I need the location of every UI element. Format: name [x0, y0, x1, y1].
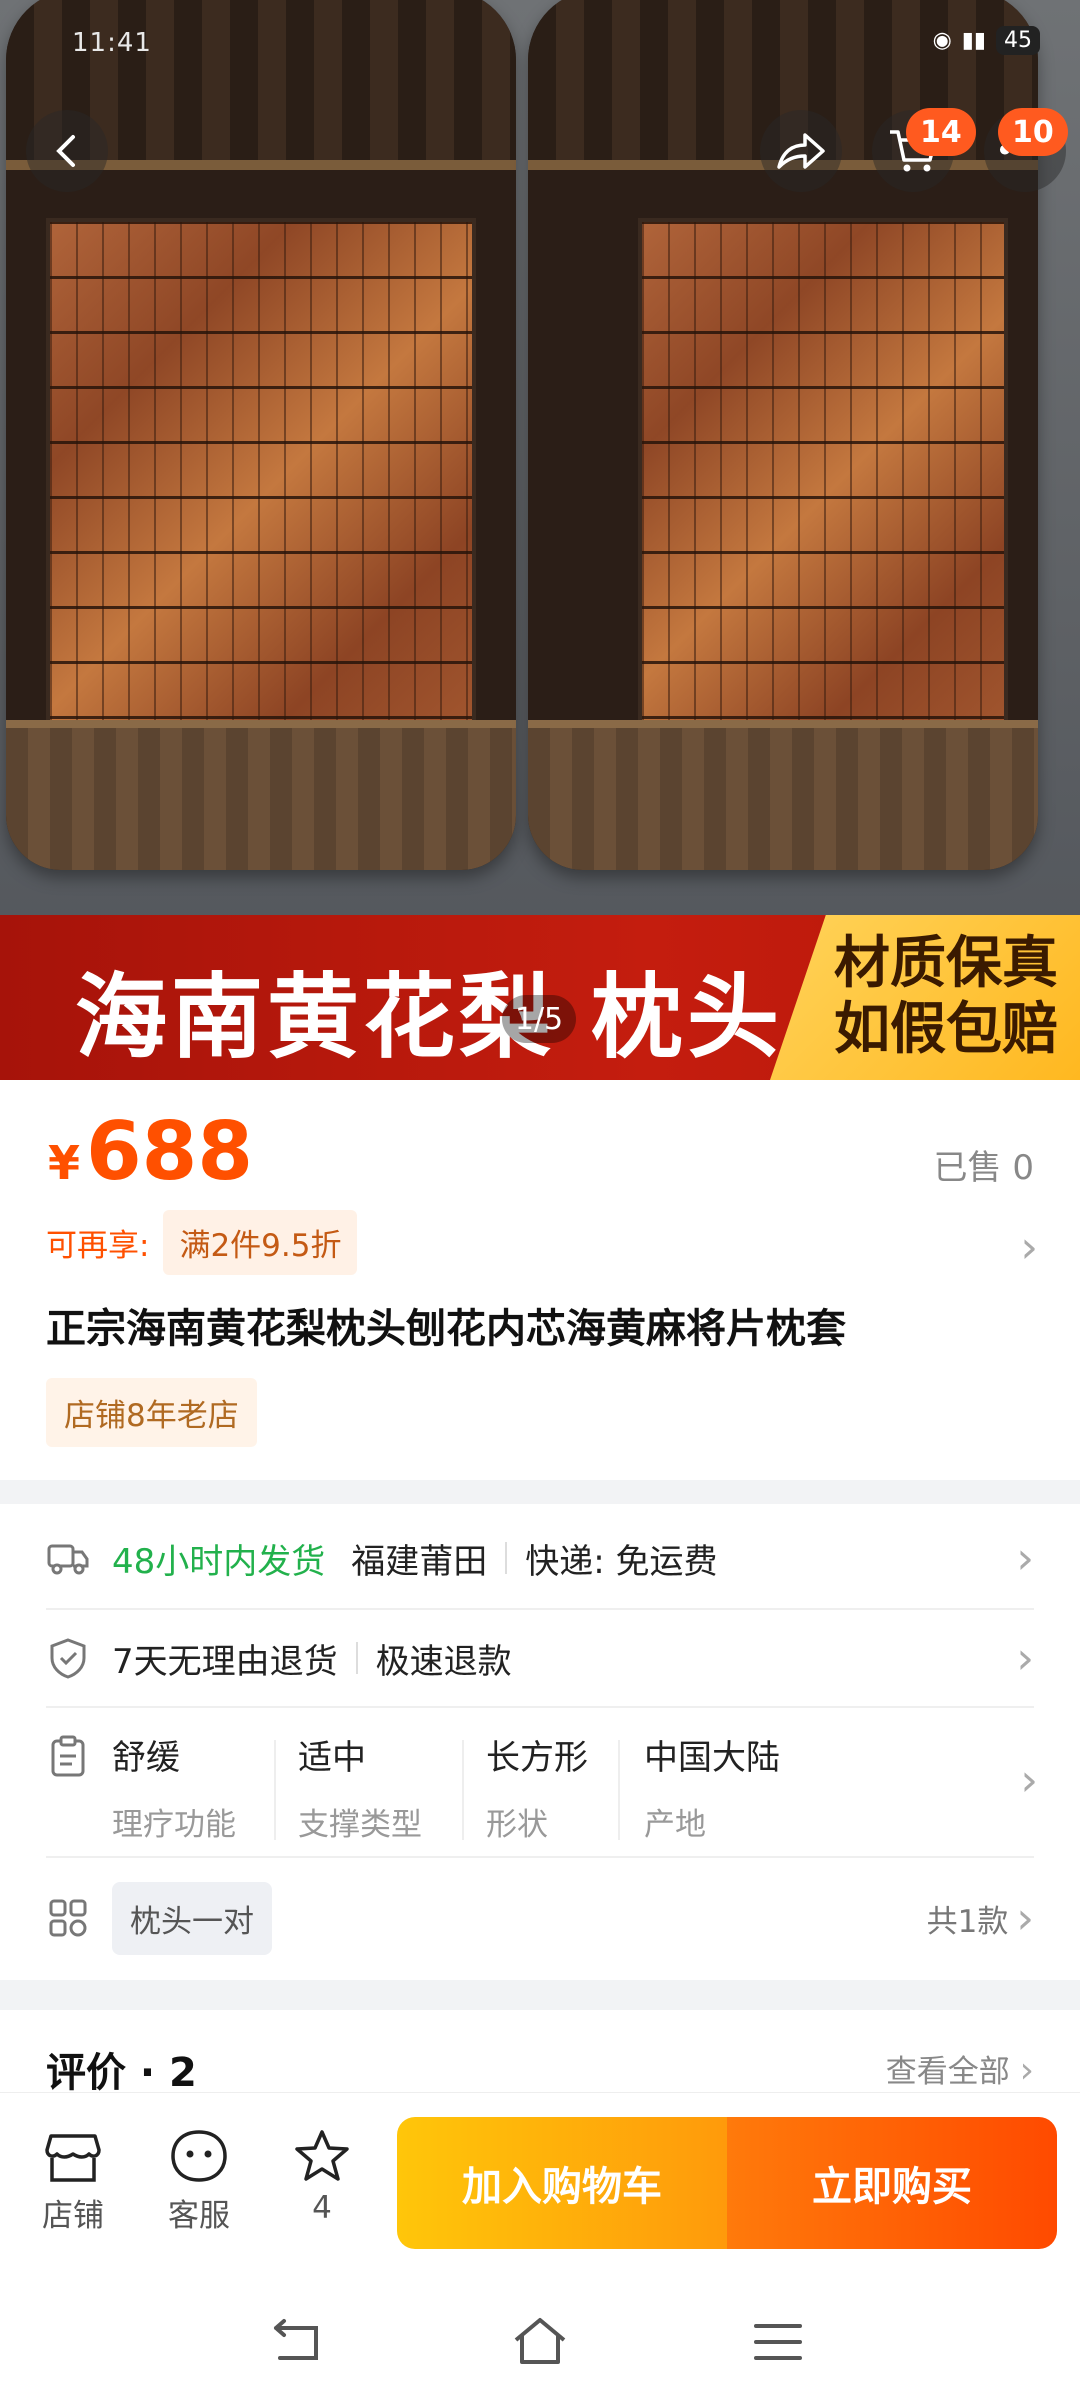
star-icon	[295, 2130, 349, 2181]
spec-value: 长方形	[486, 1738, 588, 1778]
back-arrow-icon	[56, 135, 75, 167]
spec-item: 适中 支撑类型	[298, 1730, 422, 1844]
spec-item: 舒缓 理疗功能	[112, 1730, 236, 1844]
chevron-right-icon: ›	[1020, 1755, 1038, 1806]
spec-divider	[618, 1740, 620, 1840]
chevron-right-icon: ›	[1016, 1892, 1034, 1944]
share-icon	[777, 133, 825, 169]
shop-age-tag: 店铺8年老店	[46, 1378, 257, 1447]
favorite-count: 4	[312, 2190, 332, 2226]
clipboard-icon	[51, 1735, 85, 1777]
spec-value: 中国大陆	[644, 1738, 780, 1778]
buy-now-button[interactable]: 立即购买	[727, 2117, 1057, 2249]
view-all-label: 查看全部	[885, 2054, 1010, 2090]
system-back-icon[interactable]	[270, 2318, 326, 2368]
spec-item: 长方形 形状	[486, 1730, 588, 1844]
promo-row[interactable]: 可再享: 满2件9.5折	[46, 1210, 358, 1275]
cart-count-badge: 14	[906, 108, 976, 156]
divider	[505, 1542, 508, 1574]
price-value: 688	[86, 1105, 254, 1198]
status-icons: ◉ ▮▮ 45	[933, 26, 1040, 55]
delivery-truck-icon	[47, 1544, 89, 1575]
signal-icon: ▮▮	[961, 28, 986, 53]
chevron-right-icon: ›	[1016, 1532, 1034, 1584]
system-menu-icon[interactable]	[752, 2318, 804, 2366]
store-icon	[45, 2134, 101, 2182]
shop-button[interactable]: 店铺	[18, 2128, 128, 2235]
reviews-title: 评价 · 2	[46, 2050, 197, 2096]
refund-policy: 极速退款	[375, 1641, 512, 1682]
sku-count: 共1款	[926, 1903, 1009, 1940]
wifi-icon: ◉	[932, 28, 952, 53]
guarantee-line-2: 如假包赔	[834, 997, 1058, 1062]
dispatch-time: 48小时内发货	[112, 1541, 326, 1582]
shipping-row[interactable]: 48小时内发货 福建莆田 快递: 免运费 ›	[46, 1530, 1034, 1586]
spec-key: 形状	[486, 1807, 548, 1843]
section-gap	[0, 1480, 1080, 1504]
sku-row[interactable]: 枕头一对 共1款 ›	[46, 1880, 1034, 1956]
add-to-cart-button[interactable]: 加入购物车	[397, 2117, 727, 2249]
system-nav-bar	[0, 2282, 1080, 2400]
spec-divider	[462, 1740, 464, 1840]
guarantee-text: 材质保真 如假包赔	[834, 931, 1058, 1063]
row-divider	[46, 1856, 1034, 1858]
chevron-right-icon: ›	[1019, 2050, 1034, 2091]
spec-item: 中国大陆 产地	[644, 1730, 780, 1844]
service-label: 客服	[168, 2198, 230, 2234]
currency-symbol: ¥	[48, 1136, 81, 1190]
promo-label: 可再享:	[46, 1228, 150, 1264]
product-image-gallery[interactable]: 11:41 ◉ ▮▮ 45 14 ••• 10 海南黄花梨 枕头 材质保真 如假…	[0, 0, 1080, 1080]
spec-value: 适中	[298, 1738, 366, 1778]
product-title: 正宗海南黄花梨枕头刨花内芯海黄麻将片枕套	[46, 1306, 846, 1352]
spec-value: 舒缓	[112, 1738, 180, 1778]
status-time: 11:41	[72, 28, 152, 58]
sku-option[interactable]: 枕头一对	[112, 1881, 272, 1955]
banner-title: 海南黄花梨 枕头	[75, 964, 784, 1071]
row-divider	[46, 1706, 1034, 1708]
promo-tag: 满2件9.5折	[163, 1210, 358, 1275]
delivery-fee: 快递: 免运费	[525, 1541, 718, 1582]
guarantee-line-1: 材质保真	[834, 931, 1058, 996]
section-gap	[0, 1980, 1080, 2010]
spec-key: 支撑类型	[298, 1807, 422, 1843]
shop-label: 店铺	[42, 2198, 104, 2234]
ship-origin: 福建莆田	[351, 1541, 488, 1582]
chat-face-icon	[171, 2130, 227, 2182]
battery-level: 45	[996, 26, 1040, 55]
grid-icon	[49, 1899, 87, 1937]
row-divider	[46, 1608, 1034, 1610]
service-row[interactable]: 7天无理由退货 极速退款 ›	[46, 1630, 1034, 1686]
view-all-reviews-link[interactable]: 查看全部 ›	[886, 2046, 1034, 2091]
chevron-right-icon: ›	[1016, 1632, 1034, 1684]
image-pager: 1/5	[502, 995, 576, 1043]
spec-key: 理疗功能	[112, 1807, 236, 1843]
system-home-icon[interactable]	[510, 2316, 570, 2368]
price: ¥ 688	[48, 1105, 253, 1198]
chevron-right-icon[interactable]: ›	[1020, 1222, 1038, 1273]
message-count-badge: 10	[998, 108, 1068, 156]
spec-divider	[274, 1740, 276, 1840]
sold-count: 已售 0	[933, 1148, 1034, 1188]
favorite-button[interactable]: 4	[267, 2128, 377, 2226]
shield-check-icon	[50, 1638, 86, 1679]
customer-service-button[interactable]: 客服	[144, 2128, 254, 2235]
share-button[interactable]	[760, 110, 842, 192]
divider	[355, 1642, 358, 1674]
spec-key: 产地	[644, 1807, 706, 1843]
returns-policy: 7天无理由退货	[112, 1641, 338, 1682]
back-button[interactable]	[26, 110, 108, 192]
